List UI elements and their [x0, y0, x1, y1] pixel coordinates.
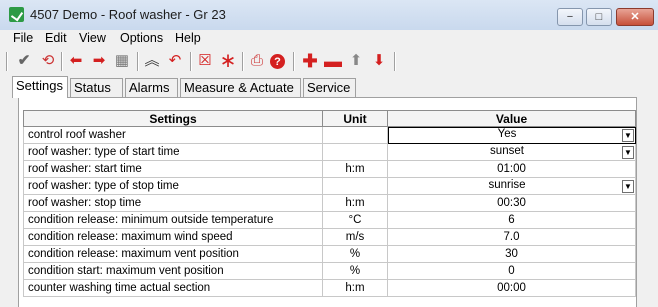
- value-dropdown[interactable]: ▼ Yes: [387, 126, 636, 144]
- column-header-value[interactable]: Value: [387, 110, 636, 127]
- value-field[interactable]: 0: [387, 262, 636, 280]
- settings-grid: Settings Unit Value control roof washer ▼…: [23, 110, 636, 297]
- print-icon[interactable]: ⎙: [248, 52, 266, 70]
- move-up-icon[interactable]: ⬆: [347, 52, 365, 70]
- table-row[interactable]: roof washer: start time h:m 01:00: [23, 160, 636, 178]
- setting-value: sunset: [490, 145, 524, 157]
- minimize-button[interactable]: −: [557, 8, 583, 26]
- menu-help[interactable]: Help: [175, 31, 201, 45]
- delete-box-icon[interactable]: ☒: [196, 52, 214, 70]
- chevron-down-icon[interactable]: ▼: [622, 146, 634, 159]
- toolbar-separator: [61, 52, 63, 71]
- setting-value: 30: [505, 248, 518, 260]
- setting-label: control roof washer: [23, 126, 323, 144]
- arrow-left-icon[interactable]: ⬅: [67, 52, 85, 70]
- setting-label: condition start: maximum vent position: [23, 262, 323, 280]
- arrow-right-icon[interactable]: ➡: [90, 52, 108, 70]
- tab-strip: Settings Status Alarms Measure & Actuate…: [0, 76, 658, 98]
- setting-label: roof washer: type of stop time: [23, 177, 323, 195]
- setting-unit: %: [322, 245, 388, 263]
- help-icon[interactable]: ?: [270, 54, 285, 69]
- asterisk-icon[interactable]: ∗: [219, 51, 237, 71]
- tab-settings[interactable]: Settings: [12, 76, 68, 98]
- table-row[interactable]: roof washer: type of start time ▼ sunset: [23, 143, 636, 161]
- refresh-icon[interactable]: ⟲: [39, 52, 57, 70]
- setting-unit: [322, 143, 388, 161]
- move-down-icon[interactable]: ⬇: [370, 52, 388, 70]
- setting-unit: h:m: [322, 279, 388, 297]
- setting-unit: h:m: [322, 160, 388, 178]
- remove-icon[interactable]: ▬: [324, 52, 342, 70]
- setting-label: condition release: maximum vent position: [23, 245, 323, 263]
- chevron-down-icon[interactable]: ▼: [622, 129, 634, 142]
- toolbar-separator: [137, 52, 139, 71]
- toolbar-separator: [242, 52, 244, 71]
- setting-unit: °C: [322, 211, 388, 229]
- table-row[interactable]: condition release: minimum outside tempe…: [23, 211, 636, 229]
- title-bar: 4507 Demo - Roof washer - Gr 23 − □ ✕: [0, 0, 658, 31]
- table-row[interactable]: condition start: maximum vent position% 0: [23, 262, 636, 280]
- setting-value: sunrise: [488, 179, 526, 191]
- toolbar-separator: [6, 52, 8, 71]
- setting-label: roof washer: type of start time: [23, 143, 323, 161]
- setting-unit: [322, 177, 388, 195]
- setting-label: roof washer: start time: [23, 160, 323, 178]
- menu-file[interactable]: File: [13, 31, 33, 45]
- setting-label: roof washer: stop time: [23, 194, 323, 212]
- close-button[interactable]: ✕: [616, 8, 654, 26]
- value-dropdown[interactable]: ▼ sunrise: [387, 177, 636, 195]
- column-header-settings[interactable]: Settings: [23, 110, 323, 127]
- tab-service[interactable]: Service: [303, 78, 356, 97]
- setting-label: counter washing time actual section: [23, 279, 323, 297]
- setting-value: 01:00: [497, 163, 526, 175]
- app-icon: [9, 7, 24, 22]
- table-row[interactable]: roof washer: type of stop time ▼ sunrise: [23, 177, 636, 195]
- toolbar: ✔ ⟲ ⬅ ➡ ▦ ︽ ↶ ☒ ∗ ⎙ ? ✚ ▬ ⬆ ⬇: [0, 49, 658, 74]
- tab-status[interactable]: Status: [70, 78, 123, 97]
- setting-unit: %: [322, 262, 388, 280]
- column-header-unit[interactable]: Unit: [322, 110, 388, 127]
- menu-edit[interactable]: Edit: [45, 31, 67, 45]
- collapse-icon[interactable]: ︽: [143, 52, 161, 70]
- tab-measure-actuate[interactable]: Measure & Actuate: [180, 78, 301, 97]
- value-field[interactable]: 00:30: [387, 194, 636, 212]
- value-field[interactable]: 7.0: [387, 228, 636, 246]
- check-icon[interactable]: ✔: [15, 52, 33, 70]
- toolbar-separator: [394, 52, 396, 71]
- setting-value: Yes: [497, 128, 517, 140]
- setting-value: 0: [508, 265, 515, 277]
- tab-alarms[interactable]: Alarms: [125, 78, 178, 97]
- table-row[interactable]: condition release: maximum vent position…: [23, 245, 636, 263]
- setting-value: 00:00: [497, 282, 526, 294]
- setting-unit: h:m: [322, 194, 388, 212]
- table-row[interactable]: counter washing time actual section h:m 00…: [23, 279, 636, 297]
- value-field[interactable]: 6: [387, 211, 636, 229]
- window-title: 4507 Demo - Roof washer - Gr 23: [30, 7, 226, 22]
- toolbar-separator: [293, 52, 295, 71]
- chevron-down-icon[interactable]: ▼: [622, 180, 634, 193]
- setting-value: 00:30: [497, 197, 526, 209]
- setting-unit: m/s: [322, 228, 388, 246]
- menu-bar: File Edit View Options Help: [0, 30, 658, 49]
- setting-label: condition release: maximum wind speed: [23, 228, 323, 246]
- value-field[interactable]: 01:00: [387, 160, 636, 178]
- restore-button[interactable]: □: [586, 8, 612, 26]
- value-field[interactable]: 00:00: [387, 279, 636, 297]
- menu-options[interactable]: Options: [120, 31, 163, 45]
- table-icon[interactable]: ▦: [113, 52, 131, 70]
- table-row[interactable]: roof washer: stop time h:m 00:30: [23, 194, 636, 212]
- setting-value: 7.0: [503, 231, 520, 243]
- menu-view[interactable]: View: [79, 31, 106, 45]
- table-row[interactable]: condition release: maximum wind speed m/s…: [23, 228, 636, 246]
- add-icon[interactable]: ✚: [301, 52, 319, 70]
- toolbar-separator: [190, 52, 192, 71]
- setting-unit: [322, 126, 388, 144]
- table-row[interactable]: control roof washer ▼ Yes: [23, 126, 636, 144]
- undo-icon[interactable]: ↶: [166, 52, 184, 70]
- value-field[interactable]: 30: [387, 245, 636, 263]
- setting-label: condition release: minimum outside tempe…: [23, 211, 323, 229]
- setting-value: 6: [508, 214, 515, 226]
- value-dropdown[interactable]: ▼ sunset: [387, 143, 636, 161]
